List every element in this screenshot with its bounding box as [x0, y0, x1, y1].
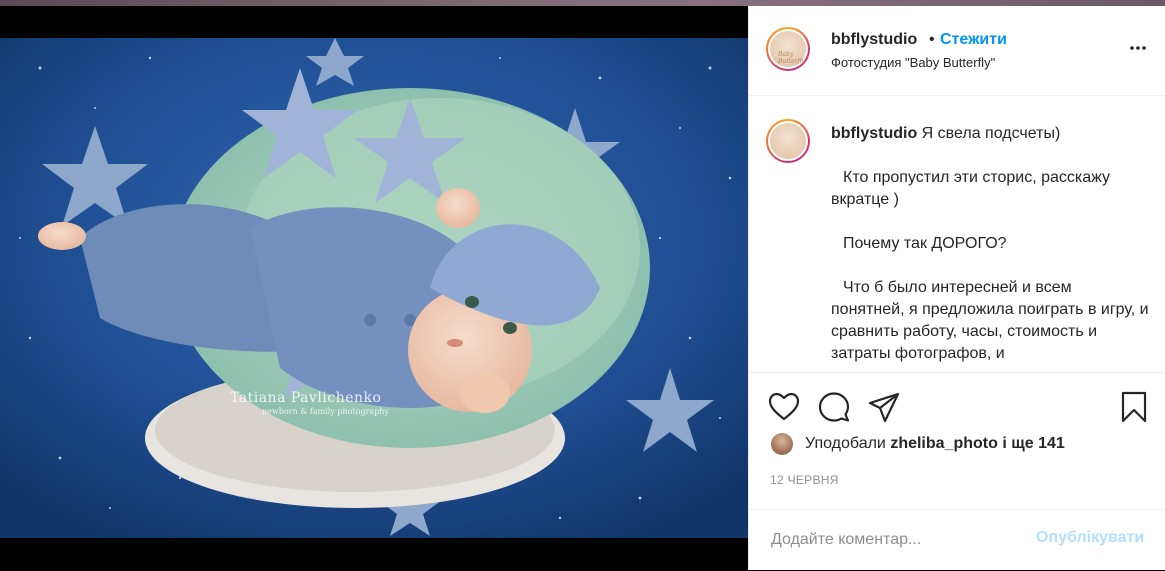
photo-pane: Tatiana Pavlichenko newborn & family pho… [0, 6, 748, 570]
avatar-logo-text: Baby Butterfly [778, 51, 805, 65]
bookmark-icon[interactable] [1117, 390, 1151, 424]
separator-dot: • [929, 31, 935, 48]
action-bar [749, 382, 1165, 432]
liker-username[interactable]: zheliba_photo [890, 435, 998, 452]
caption-line: Что б было интересней и всем понятней, я… [831, 279, 1149, 362]
publish-button[interactable]: Опублікувати [1036, 529, 1144, 547]
comment-input[interactable] [769, 526, 1023, 554]
likes-text: Уподобали zheliba_photo і ще 141 [805, 435, 1065, 453]
likes-prefix: Уподобали [805, 435, 886, 452]
post-date[interactable]: 12 ЧЕРВНЯ [770, 473, 839, 487]
caption: bbflystudio Я свела подсчеты) Кто пропус… [831, 123, 1149, 365]
more-options-icon[interactable] [1129, 39, 1147, 57]
post-header: Baby Butterfly bbflystudio • Стежити Фот… [749, 6, 1165, 96]
comments-area[interactable]: bbflystudio Я свела подсчеты) Кто пропус… [749, 96, 1165, 373]
watermark-subtitle: newborn & family photography [262, 407, 389, 416]
follow-button[interactable]: Стежити [940, 31, 1007, 49]
post-location[interactable]: Фотостудия "Baby Butterfly" [831, 55, 995, 70]
comment-icon[interactable] [817, 390, 851, 424]
post-photo[interactable]: Tatiana Pavlichenko newborn & family pho… [0, 38, 748, 538]
caption-line: Я свела подсчеты) [921, 125, 1061, 142]
watermark-name: Tatiana Pavlichenko [230, 390, 382, 406]
post-side-panel: Baby Butterfly bbflystudio • Стежити Фот… [748, 6, 1165, 570]
liker-avatar[interactable] [771, 433, 793, 455]
likes-others[interactable]: і ще 141 [1002, 435, 1064, 452]
paper-plane-icon[interactable] [867, 390, 901, 424]
add-comment-bar: Опублікувати [749, 509, 1165, 571]
author-avatar[interactable]: Baby Butterfly [766, 27, 810, 71]
author-username[interactable]: bbflystudio [831, 31, 917, 49]
caption-avatar[interactable] [766, 119, 810, 163]
caption-line: Кто пропустил эти сторис, расскажу вкрат… [831, 169, 1111, 208]
caption-username[interactable]: bbflystudio [831, 125, 917, 142]
heart-icon[interactable] [767, 390, 801, 424]
baby-photo-illustration [0, 38, 748, 538]
caption-line: Почему так ДОРОГО? [843, 235, 1007, 252]
